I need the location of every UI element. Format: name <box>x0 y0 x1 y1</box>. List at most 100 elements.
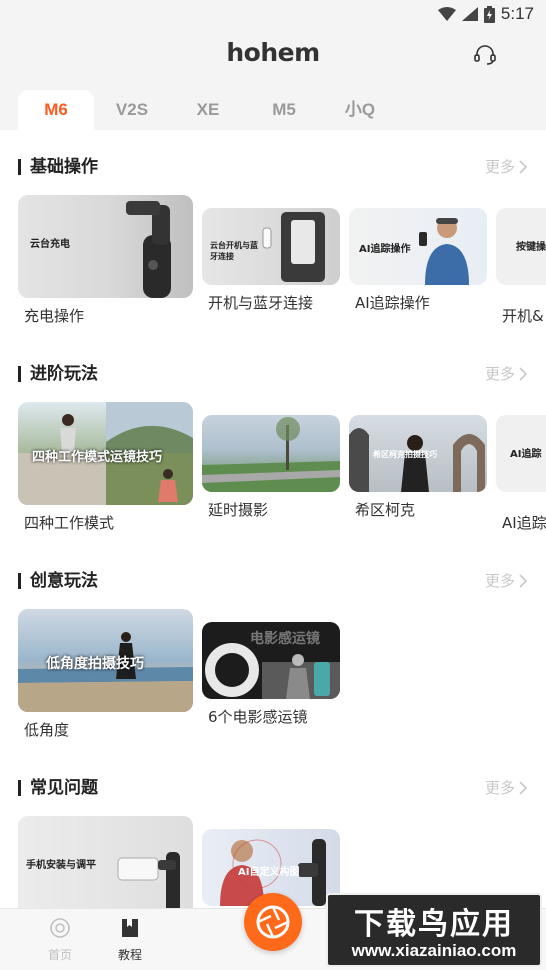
more-label: 更多 <box>484 158 515 176</box>
thumbnail-caption: AI追踪操作 <box>359 244 411 255</box>
video-card[interactable]: 云台开机与蓝牙连接 开机与蓝牙连接 <box>202 208 340 312</box>
timelapse-image <box>202 417 340 492</box>
tab-v2s[interactable]: V2S <box>94 90 170 130</box>
thumbnail-caption: 云台充电 <box>30 239 70 250</box>
card-label: AI追踪 <box>502 514 546 532</box>
camera-shutter-button[interactable] <box>244 893 302 951</box>
nav-home[interactable]: 首页 <box>30 917 90 963</box>
video-card[interactable]: AI追踪 AI追踪 <box>496 415 546 532</box>
hohem-logo: hohem <box>226 38 320 67</box>
headset-support-icon[interactable] <box>472 42 498 68</box>
video-card[interactable]: 云台充电 充电操作 <box>18 195 193 325</box>
tab-xiao-q[interactable]: 小Q <box>322 90 398 130</box>
thumbnail-caption: 手机安装与调平 <box>26 860 96 871</box>
nav-label: 首页 <box>47 948 72 962</box>
product-tabs: M6 V2S XE M5 小Q <box>18 90 398 130</box>
wifi-icon <box>437 7 456 21</box>
more-label: 更多 <box>484 779 515 797</box>
thumbnail-caption: 电影感运镜 <box>250 631 320 647</box>
video-card[interactable]: 希区柯克拍摄技巧 希区柯克 <box>349 415 487 519</box>
video-card[interactable]: 手机安装与调平 <box>18 816 193 908</box>
more-label: 更多 <box>484 572 515 590</box>
battery-icon <box>483 5 495 23</box>
home-icon <box>50 918 70 938</box>
card-label: 6个电影感运镜 <box>208 708 308 726</box>
video-card[interactable]: AI追踪操作 AI追踪操作 <box>349 208 487 312</box>
nav-label: 教程 <box>117 948 142 962</box>
section-header: 进阶玩法 更多 <box>18 361 528 387</box>
section-header: 创意玩法 更多 <box>18 568 528 594</box>
status-time: 5:17 <box>500 4 534 23</box>
card-label: 充电操作 <box>24 307 85 325</box>
more-link[interactable]: 更多 <box>485 775 528 801</box>
gimbal-image <box>117 852 180 908</box>
chevron-right-icon <box>519 160 528 174</box>
more-link[interactable]: 更多 <box>485 568 528 594</box>
book-icon <box>122 919 138 937</box>
chevron-right-icon <box>519 574 528 588</box>
card-label: 低角度 <box>24 721 70 739</box>
video-thumbnail: 低角度拍摄技巧 <box>18 609 193 712</box>
thumbnail-caption: AI自定义构图 <box>238 867 300 878</box>
video-card[interactable]: 电影感运镜 6个电影感运镜 <box>202 622 340 726</box>
app-header: hohem <box>0 28 546 86</box>
signal-icon <box>461 7 478 21</box>
tab-m5[interactable]: M5 <box>246 90 322 130</box>
shutter-icon <box>256 905 290 939</box>
more-link[interactable]: 更多 <box>485 154 528 180</box>
section-marker <box>18 366 21 382</box>
video-thumbnail: 四种工作模式运镜技巧 <box>18 402 193 505</box>
site-watermark: 下载鸟应用 www.xiazainiao.com <box>326 893 542 967</box>
section-basic: 基础操作 更多 云台充电 充电操作 云台开机与蓝牙连接 开机与蓝牙连接 AI追踪… <box>0 130 546 337</box>
tab-m6[interactable]: M6 <box>18 90 94 130</box>
nav-tutorial[interactable]: 教程 <box>100 917 160 963</box>
card-label: 开机& <box>502 307 544 325</box>
thumbnail-caption: 按键操 <box>516 242 546 253</box>
section-title: 基础操作 <box>30 157 98 177</box>
thumbnail-caption: AI追踪 <box>510 449 542 460</box>
thumbnail-caption: 云台开机与蓝牙连接 <box>210 241 258 261</box>
watermark-title: 下载鸟应用 <box>354 907 514 942</box>
tutorial-content: 基础操作 更多 云台充电 充电操作 云台开机与蓝牙连接 开机与蓝牙连接 AI追踪… <box>0 130 546 908</box>
more-link[interactable]: 更多 <box>485 361 528 387</box>
person-image <box>419 218 469 285</box>
gimbal-image <box>126 201 171 298</box>
video-thumbnail: 希区柯克拍摄技巧 <box>349 415 487 492</box>
card-label: 四种工作模式 <box>24 514 115 532</box>
card-label: 延时摄影 <box>208 501 269 519</box>
watermark-url: www.xiazainiao.com <box>351 941 517 960</box>
section-advanced: 进阶玩法 更多 四种工作模式运镜技巧 四种工作模式 延时摄影 希区柯克拍摄技巧 … <box>0 337 546 544</box>
section-creative: 创意玩法 更多 低角度拍摄技巧 低角度 电影感运镜 6个电影感运镜 <box>0 544 546 751</box>
thumbnail-caption: 希区柯克拍摄技巧 <box>373 450 437 459</box>
section-title: 进阶玩法 <box>30 364 98 384</box>
section-title: 常见问题 <box>30 778 98 798</box>
more-label: 更多 <box>484 365 515 383</box>
tab-xe[interactable]: XE <box>170 90 246 130</box>
section-marker <box>18 159 21 175</box>
chevron-right-icon <box>519 367 528 381</box>
thumbnail-caption: 四种工作模式运镜技巧 <box>32 450 163 465</box>
video-thumbnail: 电影感运镜 <box>202 622 340 699</box>
section-marker <box>18 780 21 796</box>
video-thumbnail: AI追踪 <box>496 415 546 492</box>
video-card[interactable]: 四种工作模式运镜技巧 四种工作模式 <box>18 402 193 532</box>
section-faq: 常见问题 更多 手机安装与调平 AI自定义构图 <box>0 751 546 908</box>
card-label: AI追踪操作 <box>355 294 430 312</box>
video-card[interactable]: 低角度拍摄技巧 低角度 <box>18 609 193 739</box>
thumbnail-caption: 低角度拍摄技巧 <box>46 656 144 672</box>
card-label: 希区柯克 <box>355 501 416 519</box>
section-header: 基础操作 更多 <box>18 154 528 180</box>
video-card[interactable]: 延时摄影 <box>202 415 340 519</box>
video-thumbnail <box>202 415 340 492</box>
status-icons: 5:17 <box>437 4 534 24</box>
video-thumbnail: 云台开机与蓝牙连接 <box>202 208 340 285</box>
video-thumbnail: 云台充电 <box>18 195 193 298</box>
video-thumbnail: 按键操 <box>496 208 546 285</box>
card-label: 开机与蓝牙连接 <box>208 294 314 312</box>
section-marker <box>18 573 21 589</box>
video-thumbnail: 手机安装与调平 <box>18 816 193 908</box>
chevron-right-icon <box>519 781 528 795</box>
status-bar: 5:17 <box>0 0 546 28</box>
video-card[interactable]: 按键操 开机& <box>496 208 546 325</box>
gimbal-image <box>262 212 325 282</box>
